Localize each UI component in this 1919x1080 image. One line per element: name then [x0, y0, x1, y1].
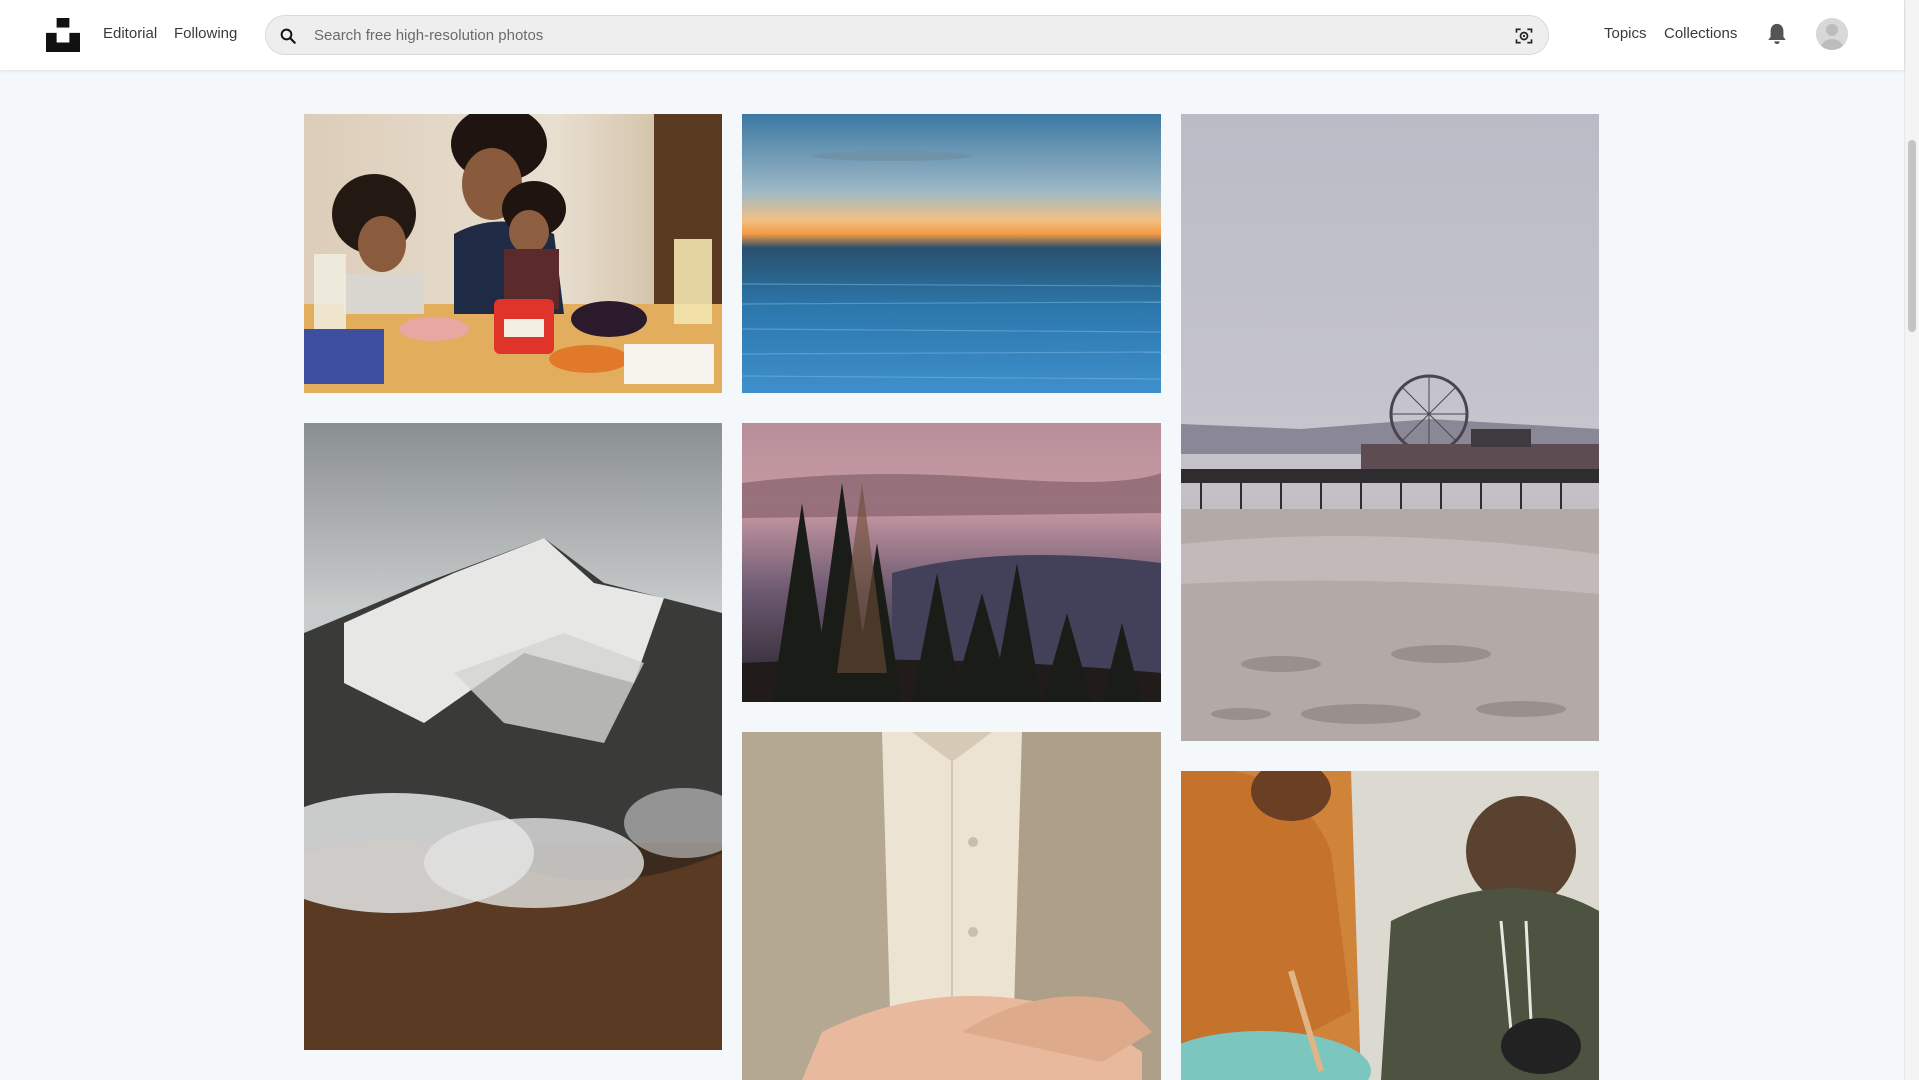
coat-shirt-photo[interactable]: [742, 732, 1161, 1080]
user-avatar-icon[interactable]: [1816, 18, 1848, 50]
bell-icon[interactable]: [1766, 22, 1788, 46]
page-scrollbar[interactable]: [1904, 0, 1919, 1080]
search-bar[interactable]: [265, 15, 1549, 55]
top-navigation-bar: Editorial Following Topics Collections: [0, 0, 1904, 70]
people-cooking-photo[interactable]: [1181, 771, 1599, 1080]
family-meal-photo[interactable]: [304, 114, 722, 393]
forest-dusk-photo[interactable]: [742, 423, 1161, 702]
nav-following-link[interactable]: Following: [174, 25, 237, 42]
scrollbar-thumb[interactable]: [1908, 140, 1916, 332]
ocean-sunset-photo[interactable]: [742, 114, 1161, 393]
nav-topics-link[interactable]: Topics: [1604, 25, 1647, 42]
nav-editorial-link[interactable]: Editorial: [103, 25, 157, 42]
visual-search-icon[interactable]: [1514, 26, 1534, 46]
pier-ferris-wheel-photo[interactable]: [1181, 114, 1599, 741]
nav-collections-link[interactable]: Collections: [1664, 25, 1737, 42]
unsplash-logo-icon[interactable]: [46, 18, 80, 52]
search-icon[interactable]: [279, 27, 297, 45]
search-input[interactable]: [314, 24, 1464, 46]
snowy-mountain-photo[interactable]: [304, 423, 722, 1050]
